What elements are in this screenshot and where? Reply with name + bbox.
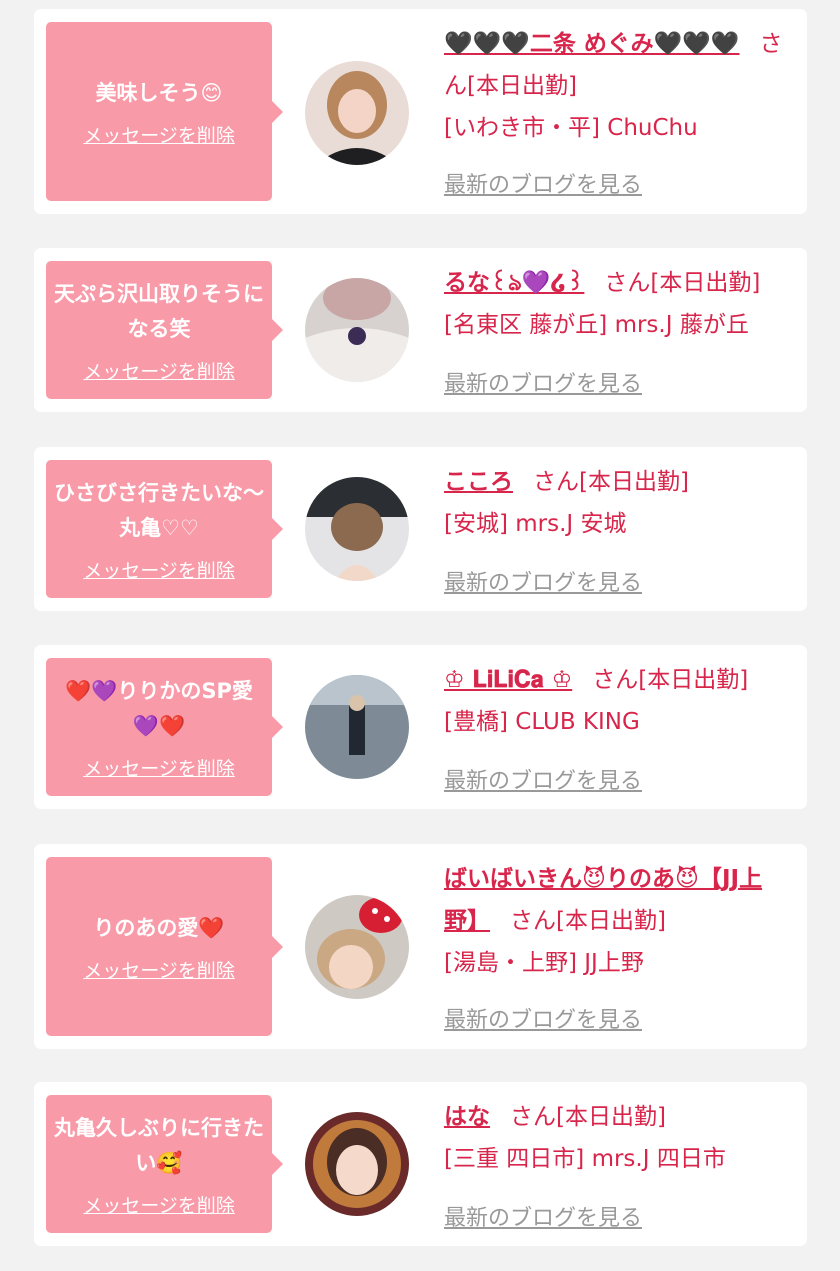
blog-link[interactable]: 最新のブログを見る — [444, 1200, 642, 1232]
delete-message-link[interactable]: メッセージを削除 — [83, 1191, 235, 1218]
blog-link[interactable]: 最新のブログを見る — [444, 1002, 642, 1034]
cast-name-link[interactable]: ♔ 𝐋𝐢𝐋𝐢𝐂𝐚 ♔ — [444, 667, 572, 693]
shop-label: [名東区 藤が丘] mrs.J 藤が丘 — [444, 312, 749, 338]
message-bubble: りのあの愛❤️ メッセージを削除 — [46, 857, 283, 1036]
shop-label: [湯島・上野] JJ上野 — [444, 950, 644, 976]
message-bubble: ❤️💜りりかのSP愛💜❤️ メッセージを削除 — [46, 658, 283, 796]
san-suffix: さん — [510, 1104, 556, 1130]
cast-info: ♔ 𝐋𝐢𝐋𝐢𝐂𝐚 ♔ さん[本日出勤] [豊橋] CLUB KING — [444, 659, 793, 743]
cast-name-link[interactable]: 🖤🖤🖤二条 めぐみ🖤🖤🖤 — [444, 31, 740, 57]
status-label: [本日出勤] — [556, 1104, 666, 1130]
san-suffix: さん — [510, 908, 556, 934]
delete-message-link[interactable]: メッセージを削除 — [83, 556, 235, 583]
delete-message-link[interactable]: メッセージを削除 — [83, 956, 235, 983]
cast-name-link[interactable]: こころ — [444, 469, 513, 495]
status-label: [本日出勤] — [638, 667, 749, 693]
cast-info: はな さん[本日出勤] [三重 四日市] mrs.J 四日市 — [444, 1096, 793, 1180]
san-suffix: さん — [604, 270, 651, 296]
delete-message-link[interactable]: メッセージを削除 — [83, 754, 235, 781]
blog-link[interactable]: 最新のブログを見る — [444, 167, 642, 199]
shop-label: [三重 四日市] mrs.J 四日市 — [444, 1146, 726, 1172]
san-suffix: さん — [533, 469, 579, 495]
message-text: ❤️💜りりかのSP愛💜❤️ — [65, 678, 253, 738]
message-bubble: ひさびさ行きたいな〜丸亀♡♡ メッセージを削除 — [46, 460, 283, 598]
avatar[interactable] — [305, 1112, 409, 1216]
status-label: [本日出勤] — [579, 469, 689, 495]
delete-message-link[interactable]: メッセージを削除 — [83, 357, 235, 384]
avatar[interactable] — [305, 675, 409, 779]
message-text: 天ぷら沢山取りそうになる笑 — [54, 281, 264, 341]
message-card: 美味しそう😊 メッセージを削除 🖤🖤🖤二条 めぐみ🖤🖤🖤 さん[本日出勤] [いわ… — [34, 9, 807, 214]
message-text: 美味しそう😊 — [95, 80, 223, 105]
cast-info: 🖤🖤🖤二条 めぐみ🖤🖤🖤 さん[本日出勤] [いわき市・平] ChuChu — [444, 23, 793, 149]
message-card: ❤️💜りりかのSP愛💜❤️ メッセージを削除 ♔ 𝐋𝐢𝐋𝐢𝐂𝐚 ♔ さん[本日出勤… — [34, 645, 807, 809]
status-label: [本日出勤] — [556, 908, 666, 934]
message-text: りのあの愛❤️ — [93, 915, 225, 940]
status-label: [本日出勤] — [650, 270, 761, 296]
blog-link[interactable]: 最新のブログを見る — [444, 565, 642, 597]
avatar[interactable] — [305, 278, 409, 382]
cast-info: るな꒰ঌ💜໒꒱ さん[本日出勤] [名東区 藤が丘] mrs.J 藤が丘 — [444, 262, 793, 346]
shop-label: [いわき市・平] ChuChu — [444, 115, 698, 141]
blog-link[interactable]: 最新のブログを見る — [444, 366, 642, 398]
san-suffix: さん — [592, 667, 639, 693]
status-label: [本日出勤] — [467, 73, 577, 99]
cast-name-link[interactable]: はな — [444, 1104, 490, 1130]
cast-name-link[interactable]: るな꒰ঌ💜໒꒱ — [444, 270, 584, 296]
message-bubble: 天ぷら沢山取りそうになる笑 メッセージを削除 — [46, 261, 283, 399]
message-bubble: 丸亀久しぶりに行きたい🥰 メッセージを削除 — [46, 1095, 283, 1233]
message-text: ひさびさ行きたいな〜丸亀♡♡ — [54, 480, 264, 540]
message-card: りのあの愛❤️ メッセージを削除 ばいばいきん😈りのあ😈【JJ上野】 さん[本日出… — [34, 844, 807, 1049]
cast-info: ばいばいきん😈りのあ😈【JJ上野】 さん[本日出勤] [湯島・上野] JJ上野 — [444, 858, 793, 984]
message-bubble: 美味しそう😊 メッセージを削除 — [46, 22, 283, 201]
message-card: 天ぷら沢山取りそうになる笑 メッセージを削除 るな꒰ঌ💜໒꒱ さん[本日出勤] [… — [34, 248, 807, 412]
message-card: 丸亀久しぶりに行きたい🥰 メッセージを削除 はな さん[本日出勤] [三重 四日市… — [34, 1082, 807, 1246]
avatar[interactable] — [305, 895, 409, 999]
delete-message-link[interactable]: メッセージを削除 — [83, 121, 235, 148]
shop-label: [安城] mrs.J 安城 — [444, 511, 627, 537]
message-card: ひさびさ行きたいな〜丸亀♡♡ メッセージを削除 こころ さん[本日出勤] [安城]… — [34, 447, 807, 611]
shop-label: [豊橋] CLUB KING — [444, 709, 640, 735]
avatar[interactable] — [305, 477, 409, 581]
message-text: 丸亀久しぶりに行きたい🥰 — [54, 1115, 264, 1175]
cast-info: こころ さん[本日出勤] [安城] mrs.J 安城 — [444, 461, 793, 545]
avatar[interactable] — [305, 61, 409, 165]
blog-link[interactable]: 最新のブログを見る — [444, 763, 642, 795]
